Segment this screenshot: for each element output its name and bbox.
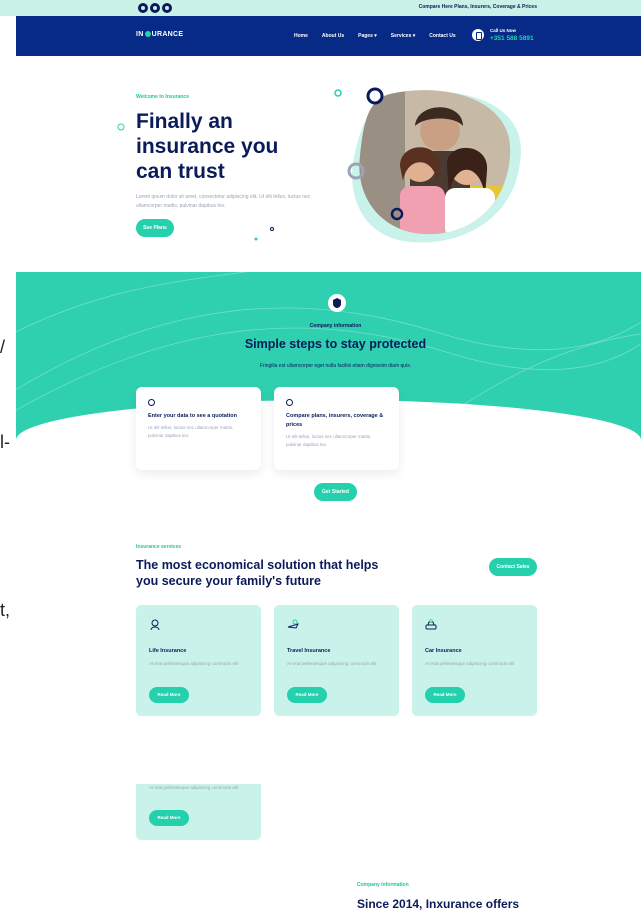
- edge-fragment: /: [0, 337, 6, 357]
- deco-ring-small: [117, 123, 125, 131]
- nav-about-us[interactable]: About Us: [322, 33, 344, 39]
- service-card-car: Car Insurance At erat pellentesque adipi…: [412, 605, 537, 716]
- twitter-icon[interactable]: [150, 3, 160, 13]
- nav-pages[interactable]: Pages ▾: [358, 33, 377, 39]
- deco-ring-top: [334, 89, 342, 97]
- call-number[interactable]: +351 588 5891: [490, 35, 534, 42]
- step-card: Enter your data to see a quotation Ut el…: [136, 387, 261, 470]
- car-insurance-icon: [425, 619, 437, 630]
- get-started-button[interactable]: Get Started: [314, 483, 357, 501]
- service-text: At erat pellentesque adipiscing commodo …: [149, 661, 239, 666]
- check-icon: [148, 399, 155, 406]
- step-title: Compare plans, insurers, coverage & pric…: [286, 413, 384, 428]
- top-bar: Compare Here Plans, Insurers, Coverage &…: [0, 0, 641, 16]
- call-label: Call Us Now: [490, 28, 517, 33]
- steps-kicker: Company information: [309, 323, 362, 329]
- protection-icon: [328, 294, 346, 312]
- service-title: Travel Insurance: [287, 648, 331, 654]
- read-more-button[interactable]: Read More: [287, 687, 327, 703]
- family-photo: [347, 87, 511, 235]
- service-text: At erat pellentesque adipiscing commodo …: [287, 661, 377, 666]
- read-more-button[interactable]: Read More: [149, 687, 189, 703]
- check-icon: [286, 399, 293, 406]
- service-card-partial: At erat pellentesque adipiscing commodo …: [136, 784, 261, 840]
- service-card-travel: Travel Insurance At erat pellentesque ad…: [274, 605, 399, 716]
- logo[interactable]: IN URANCE: [136, 31, 183, 38]
- read-more-button[interactable]: Read More: [425, 687, 465, 703]
- main-nav: Home About Us Pages ▾ Services ▾ Contact…: [294, 33, 456, 39]
- about-kicker: Company information: [357, 882, 409, 888]
- edge-fragment: t,: [0, 600, 11, 620]
- logo-text-right: URANCE: [151, 31, 184, 38]
- service-card-life: Life Insurance At erat pellentesque adip…: [136, 605, 261, 716]
- steps-subtitle: Fringilla est ullamcorper eget nulla fac…: [259, 363, 412, 369]
- about-title: Since 2014, Inxurance offers: [357, 897, 520, 911]
- service-text: At erat pellentesque adipiscing commodo …: [425, 661, 515, 666]
- deco-dot: [254, 237, 258, 241]
- steps-title: Simple steps to stay protected: [244, 337, 427, 351]
- read-more-button[interactable]: Read More: [149, 810, 189, 826]
- step-title: Enter your data to see a quotation: [148, 413, 237, 419]
- instagram-icon[interactable]: [162, 3, 172, 13]
- topbar-note: Compare Here Plans, Insurers, Coverage &…: [418, 4, 537, 10]
- contact-sales-button[interactable]: Contact Sales: [489, 558, 537, 576]
- main-header: IN URANCE Home About Us Pages ▾ Services …: [16, 16, 641, 56]
- travel-insurance-icon: [287, 619, 299, 629]
- step-text: Ut elit tellus, luctus nec ullamcorper m…: [148, 425, 234, 438]
- page: Compare Here Plans, Insurers, Coverage &…: [0, 0, 641, 913]
- social-links: [138, 3, 172, 13]
- service-title: Life Insurance: [149, 648, 187, 654]
- facebook-icon[interactable]: [138, 3, 148, 13]
- life-insurance-icon: [150, 619, 160, 631]
- logo-text-left: IN: [136, 31, 144, 38]
- phone-icon: [472, 29, 484, 41]
- nav-home[interactable]: Home: [294, 33, 308, 39]
- step-text: Ut elit tellus, luctus nec ullamcorper m…: [286, 434, 372, 447]
- services-kicker: Insurance services: [136, 544, 182, 550]
- edge-fragment: l-: [0, 432, 10, 452]
- service-title: Car Insurance: [425, 648, 462, 654]
- step-card: Compare plans, insurers, coverage & pric…: [274, 387, 399, 470]
- service-text: At erat pellentesque adipiscing commodo …: [149, 785, 239, 790]
- services-title: The most economical solution that helps …: [136, 558, 379, 588]
- nav-services[interactable]: Services ▾: [391, 33, 415, 39]
- nav-contact-us[interactable]: Contact Us: [429, 33, 455, 39]
- logo-mark-icon: [144, 31, 151, 37]
- deco-ring-tiny: [270, 227, 274, 231]
- deco-ring-navy: [366, 87, 384, 105]
